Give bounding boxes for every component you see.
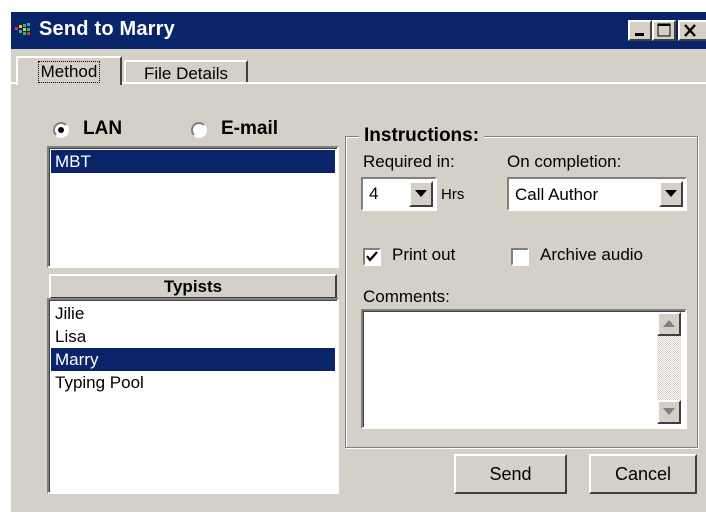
arrow-up-icon bbox=[663, 320, 675, 327]
radio-selected-dot bbox=[58, 127, 64, 133]
chevron-down-icon bbox=[665, 190, 677, 197]
close-icon bbox=[684, 24, 696, 37]
window-title: Send to Marry bbox=[39, 18, 175, 40]
chevron-down-icon bbox=[415, 190, 427, 197]
email-radio[interactable] bbox=[191, 122, 207, 138]
tab-method-label: Method bbox=[37, 61, 101, 83]
hrs-label: Hrs bbox=[441, 186, 465, 203]
tab-method[interactable]: Method bbox=[16, 56, 122, 85]
send-dialog: Send to Marry Method File Details LAN E-… bbox=[11, 12, 706, 512]
on-completion-value: Call Author bbox=[515, 185, 599, 204]
app-icon bbox=[15, 23, 30, 35]
archive-audio-checkbox[interactable] bbox=[511, 248, 529, 266]
print-out-label[interactable]: Print out bbox=[392, 245, 455, 265]
on-completion-dropdown-button[interactable] bbox=[659, 181, 683, 207]
typists-header[interactable]: Typists bbox=[49, 274, 337, 299]
scroll-down-button[interactable] bbox=[657, 400, 681, 424]
on-completion-select[interactable]: Call Author bbox=[507, 177, 687, 211]
lan-radio[interactable] bbox=[53, 122, 69, 138]
on-completion-label: On completion: bbox=[507, 152, 622, 171]
comments-label: Comments: bbox=[363, 287, 450, 306]
typists-list[interactable]: Jilie Lisa Marry Typing Pool bbox=[47, 298, 339, 494]
required-in-value: 4 bbox=[369, 184, 379, 203]
comments-field[interactable] bbox=[361, 309, 687, 429]
minimize-icon bbox=[635, 33, 644, 36]
list-item[interactable]: Jilie bbox=[51, 302, 335, 325]
cancel-button[interactable]: Cancel bbox=[589, 454, 697, 494]
list-item[interactable]: Typing Pool bbox=[51, 371, 335, 394]
instructions-legend: Instructions: bbox=[359, 125, 485, 147]
destination-list[interactable]: MBT bbox=[47, 146, 339, 268]
title-bar[interactable]: Send to Marry bbox=[11, 12, 706, 49]
tab-file-details-label: File Details bbox=[143, 64, 229, 83]
required-in-select[interactable]: 4 bbox=[361, 177, 437, 211]
email-radio-label[interactable]: E-mail bbox=[221, 118, 278, 140]
list-item[interactable]: MBT bbox=[51, 150, 335, 173]
print-out-checkbox[interactable] bbox=[363, 248, 381, 266]
checkmark-icon bbox=[366, 251, 378, 262]
archive-audio-label[interactable]: Archive audio bbox=[540, 245, 643, 265]
maximize-icon bbox=[657, 23, 671, 37]
close-button[interactable] bbox=[678, 20, 706, 41]
list-item[interactable]: Lisa bbox=[51, 325, 335, 348]
maximize-button[interactable] bbox=[652, 20, 676, 41]
list-item[interactable]: Marry bbox=[51, 348, 335, 371]
arrow-down-icon bbox=[663, 408, 675, 415]
required-in-dropdown-button[interactable] bbox=[409, 181, 433, 207]
minimize-button[interactable] bbox=[628, 20, 652, 41]
send-button[interactable]: Send bbox=[454, 454, 567, 494]
lan-radio-label[interactable]: LAN bbox=[83, 118, 122, 140]
required-in-label: Required in: bbox=[363, 152, 455, 171]
scroll-up-button[interactable] bbox=[657, 312, 681, 336]
tab-file-details[interactable]: File Details bbox=[124, 60, 248, 84]
